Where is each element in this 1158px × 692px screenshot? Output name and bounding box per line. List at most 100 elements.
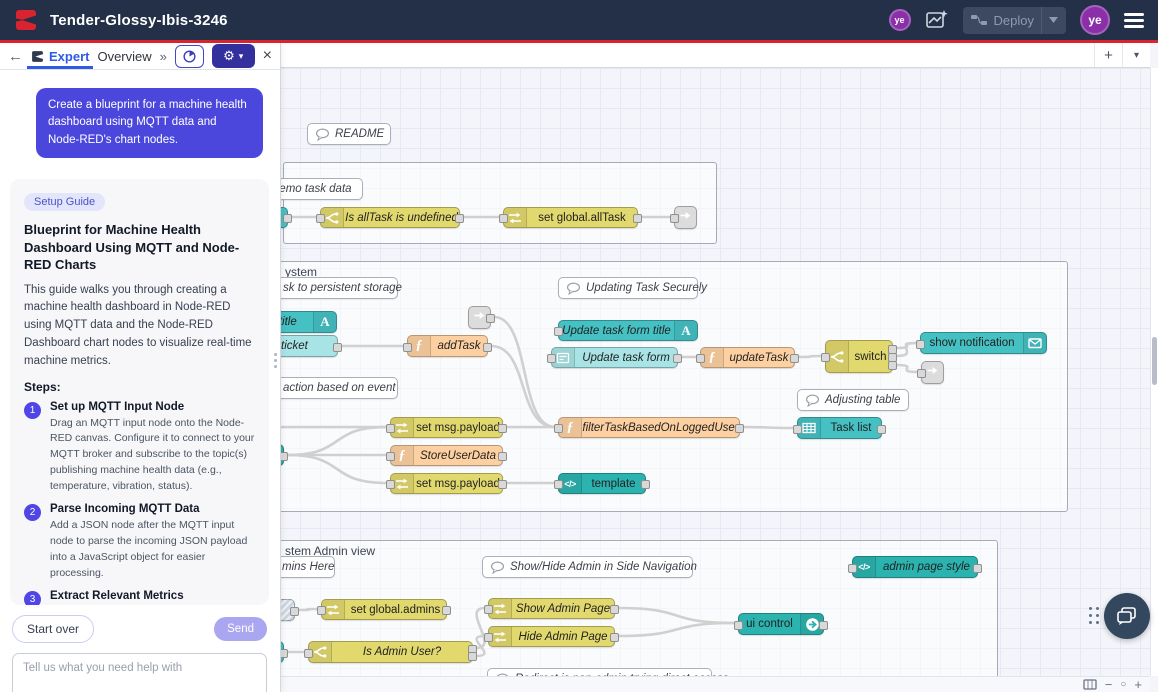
port-out[interactable] [290,607,299,616]
port-in[interactable] [554,327,563,336]
port-in[interactable] [821,353,830,362]
assistant-avatar[interactable]: ye [889,9,911,31]
node-add-task[interactable]: ƒaddTask [407,335,488,357]
port-in[interactable] [848,564,857,573]
port-in[interactable] [403,343,412,352]
assistant-input[interactable] [12,653,267,692]
user-avatar[interactable]: ye [1080,5,1110,35]
port-out[interactable] [498,424,507,433]
back-arrow-icon[interactable]: ← [8,48,23,65]
node-store-user-data[interactable]: ƒStoreUserData [390,445,503,466]
port-in[interactable] [386,452,395,461]
port-in[interactable] [386,480,395,489]
deploy-button[interactable]: Deploy [963,7,1066,34]
flow-group-demo-task-data-group[interactable] [283,162,717,244]
node-template[interactable]: </>template [558,473,646,494]
scrollbar-thumb[interactable] [1152,337,1157,385]
port-out[interactable] [888,361,897,370]
comment-node-updating-task-securely[interactable]: Updating Task Securely [558,277,698,299]
panel-resize-handle[interactable] [274,353,277,368]
port-out[interactable] [973,564,982,573]
node-link-in-1[interactable] [468,306,491,329]
port-in[interactable] [317,606,326,615]
port-out[interactable] [442,606,451,615]
port-in[interactable] [554,424,563,433]
port-in[interactable] [554,480,563,489]
port-out[interactable] [877,425,886,434]
node-admin-page-style[interactable]: </>admin page style [852,556,978,578]
port-out[interactable] [486,314,495,323]
port-in[interactable] [386,424,395,433]
port-out[interactable] [790,354,799,363]
port-out[interactable] [610,605,619,614]
port-in[interactable] [793,425,802,434]
port-out[interactable] [673,354,682,363]
port-in[interactable] [304,649,313,658]
usage-pie-button[interactable] [175,45,204,68]
link-icon [679,209,692,227]
node-set-msg-payload-2[interactable]: set msg.payload [390,473,503,494]
port-in[interactable] [696,354,705,363]
node-update-task-form-title[interactable]: Update task form titleA [558,320,698,341]
port-out[interactable] [468,652,477,661]
node-set-global-alltask[interactable]: set global.allTask [503,207,638,228]
node-show-admin-page[interactable]: Show Admin Page [488,598,615,619]
port-in[interactable] [917,369,926,378]
node-ui-control[interactable]: ui control [738,613,824,635]
node-task-list[interactable]: Task list [797,417,882,439]
add-flow-button[interactable]: + [1094,43,1122,67]
assistant-chat-button[interactable] [1104,593,1150,639]
tab-overflow-chevrons[interactable]: » [160,49,167,64]
flow-list-caret[interactable]: ▾ [1122,43,1150,67]
zoom-reset-button[interactable]: ○ [1120,680,1126,690]
node-show-notification[interactable]: show notification [920,332,1047,354]
port-out[interactable] [819,621,828,630]
port-in[interactable] [316,214,325,223]
node-set-msg-payload-1[interactable]: set msg.payload [390,417,503,438]
tab-expert[interactable]: Expert [31,43,89,69]
node-switch[interactable]: switch [825,340,893,373]
zoom-out-button[interactable]: − [1105,678,1113,691]
deploy-caret-icon[interactable] [1049,17,1058,23]
start-over-button[interactable]: Start over [12,615,94,643]
port-out[interactable] [498,480,507,489]
node-update-task-form[interactable]: Update task form [551,347,678,368]
navigator-icon[interactable] [1083,679,1097,690]
node-hide-admin-page[interactable]: Hide Admin Page [488,626,615,647]
port-in[interactable] [484,605,493,614]
port-in[interactable] [916,340,925,349]
node-link-out-2[interactable] [921,361,944,384]
node-set-global-admins[interactable]: set global.admins [321,599,447,620]
port-out[interactable] [735,424,744,433]
comment-node-adjusting-table[interactable]: Adjusting table [797,389,909,411]
comment-node-readme[interactable]: README [307,123,391,145]
port-out[interactable] [283,214,292,223]
port-out[interactable] [483,343,492,352]
port-out[interactable] [633,214,642,223]
port-out[interactable] [498,452,507,461]
node-link-out-1[interactable] [674,206,697,229]
node-update-task[interactable]: ƒupdateTask [700,347,795,368]
port-in[interactable] [499,214,508,223]
port-out[interactable] [455,214,464,223]
close-icon[interactable]: × [263,47,272,65]
port-out[interactable] [610,633,619,642]
node-is-admin-user[interactable]: Is Admin User? [308,641,473,663]
send-button[interactable]: Send [214,617,267,641]
port-out[interactable] [333,343,342,352]
node-filter-task[interactable]: ƒfilterTaskBasedOnLoggedUser [558,417,740,438]
port-in[interactable] [547,354,556,363]
comment-node-show-hide-admin[interactable]: Show/Hide Admin in Side Navigation [482,556,693,578]
settings-dropdown-button[interactable]: ⚙ ▾ [212,44,255,68]
ai-flows-icon[interactable] [925,9,949,31]
menu-icon[interactable] [1124,13,1144,28]
port-in[interactable] [670,214,679,223]
port-in[interactable] [484,633,493,642]
tab-overview[interactable]: Overview [97,43,151,69]
canvas-vertical-scrollbar[interactable] [1150,68,1158,676]
port-in[interactable] [734,621,743,630]
assistant-drag-handle[interactable] [1089,607,1099,624]
zoom-in-button[interactable]: + [1134,678,1142,691]
port-out[interactable] [641,480,650,489]
node-is-alltask-undefined[interactable]: Is allTask is undefined [320,207,460,228]
